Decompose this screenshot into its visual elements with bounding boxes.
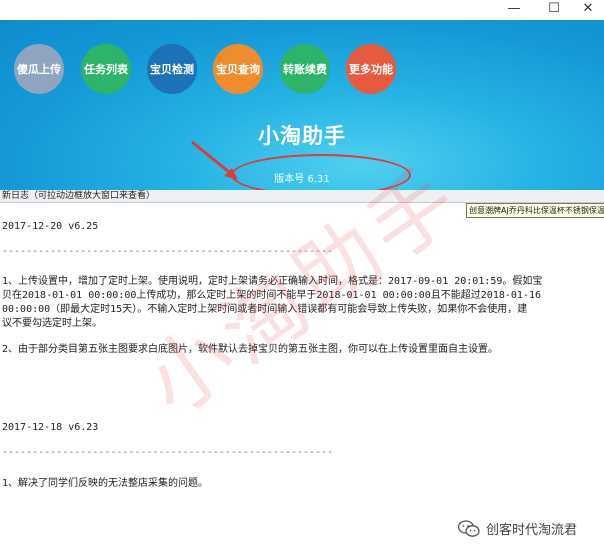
app-header: 傻瓜上传 任务列表 宝贝检测 宝贝查询 转账续费 更多功能 小淘助手 版本号 6… <box>0 20 604 196</box>
button-silly-upload[interactable]: 傻瓜上传 <box>14 44 64 94</box>
log-textarea[interactable]: 2017-12-20 v6.25 -----------------------… <box>0 203 604 555</box>
window-titlebar: — ☐ ✕ <box>0 0 604 20</box>
log-separator: ----------------------------------------… <box>2 246 334 257</box>
log-line: 议不要勾选定时上架。 <box>2 318 102 329</box>
log-header-bar[interactable]: 新日志（可拉动边框放大窗口来查看） <box>0 190 604 203</box>
log-line: 贝在2018-01-01 00:00:00上传成功，那么定时上架的时间不能早于2… <box>2 290 541 301</box>
wechat-account: 创客时代淘流君 <box>458 519 577 538</box>
log-line: 2017-12-18 v6.23 <box>2 422 99 433</box>
button-transfer-renew[interactable]: 转账续费 <box>280 44 330 94</box>
minimize-button[interactable]: — <box>496 0 532 20</box>
log-separator: ----------------------------------------… <box>2 447 334 458</box>
button-label: 宝贝查询 <box>216 63 260 76</box>
log-header-label: 新日志（可拉动边框放大窗口来查看） <box>2 191 156 201</box>
button-label: 转账续费 <box>283 63 327 76</box>
button-item-query[interactable]: 宝贝查询 <box>213 44 263 94</box>
close-button[interactable]: ✕ <box>570 0 604 20</box>
app-title: 小淘助手 <box>258 124 346 148</box>
button-more-functions[interactable]: 更多功能 <box>346 44 396 94</box>
maximize-button[interactable]: ☐ <box>536 0 572 20</box>
wechat-icon <box>458 519 480 537</box>
wechat-account-name: 创客时代淘流君 <box>486 523 578 538</box>
log-line: 2017-12-20 v6.25 <box>2 221 99 232</box>
log-line: 00:00:00（即最大定时15天）。不输入定时上架时间或者时间输入错误都有可能… <box>2 304 528 315</box>
button-task-list[interactable]: 任务列表 <box>81 44 131 94</box>
button-label: 任务列表 <box>84 63 128 76</box>
log-line: 1、解决了同学们反映的无法整店采集的问题。 <box>2 478 209 489</box>
log-line: 1、上传设置中，增加了定时上架。使用说明，定时上架请务必正确输入时间，格式是：2… <box>2 276 543 287</box>
button-label: 宝贝检测 <box>150 63 194 76</box>
button-item-check[interactable]: 宝贝检测 <box>147 44 197 94</box>
tooltip: 创意潮牌AJ乔丹科比保温杯不锈钢保温... <box>466 203 604 218</box>
button-label: 傻瓜上传 <box>17 63 61 76</box>
button-label: 更多功能 <box>349 63 393 76</box>
log-line: 2、由于部分类目第五张主图要求白底图片，软件默认去掉宝贝的第五张主图，你可以在上… <box>2 344 499 355</box>
